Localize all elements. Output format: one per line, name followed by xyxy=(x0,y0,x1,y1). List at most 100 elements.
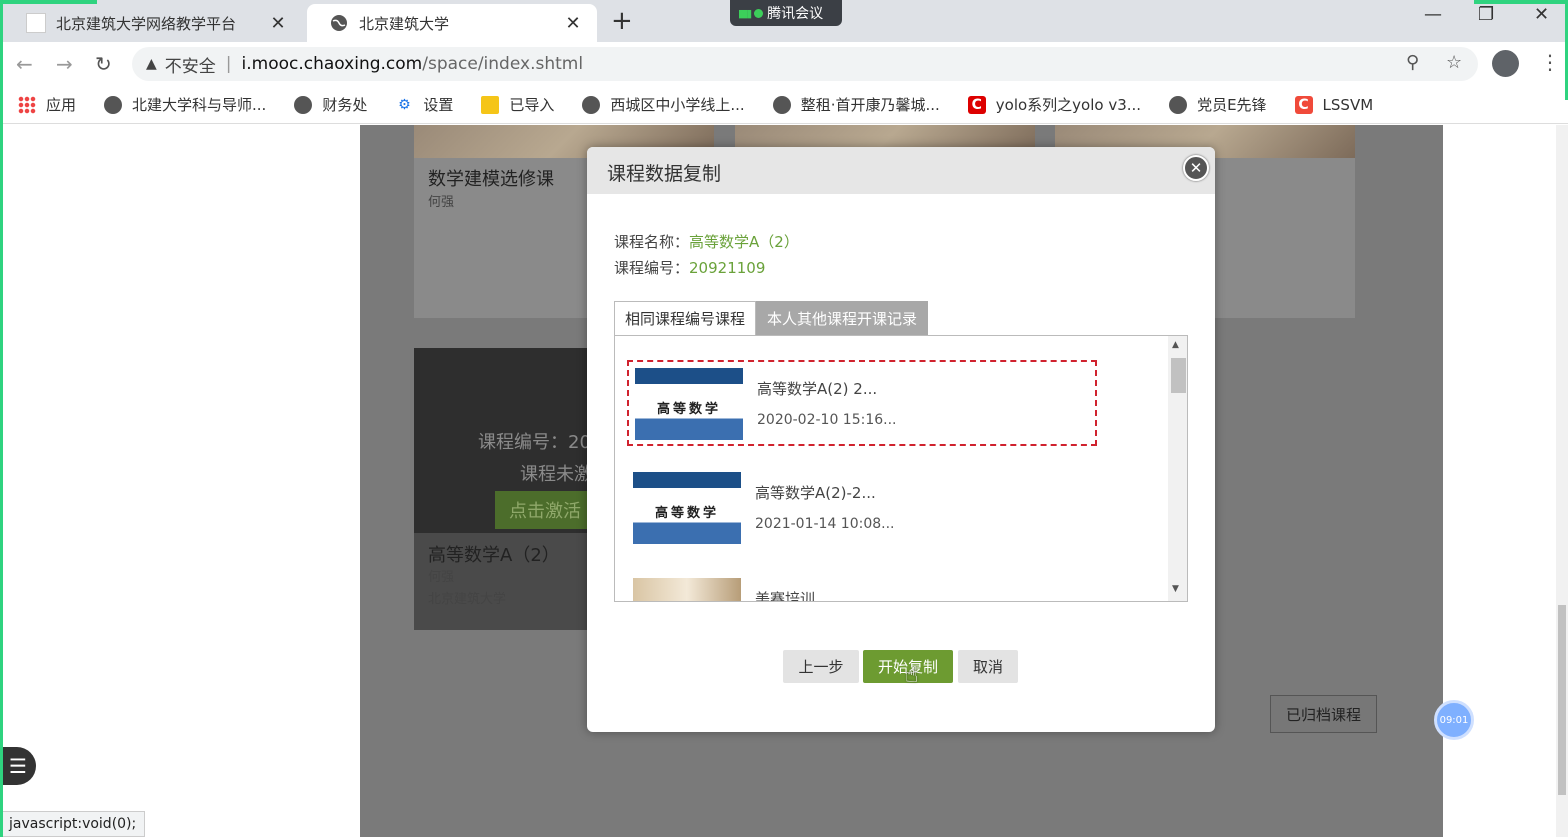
tab-teaching-platform[interactable]: 北京建筑大学网络教学平台 ✕ xyxy=(4,4,302,42)
list-menu-icon[interactable]: ☰ xyxy=(0,747,36,785)
zoom-icon[interactable]: ⚲ xyxy=(1406,52,1419,73)
archived-courses-button[interactable]: 已归档课程 xyxy=(1270,695,1377,733)
bookmark-label: 设置 xyxy=(423,96,454,114)
thumbnail-text: 高等数学 xyxy=(654,506,719,521)
record-name: 美赛培训 xyxy=(755,590,816,602)
bookmark-item[interactable]: C LSSVM xyxy=(1294,95,1374,114)
restore-button[interactable]: ❐ xyxy=(1478,4,1494,25)
forward-icon[interactable]: → xyxy=(56,52,73,76)
thumbnail-text: 高等数学 xyxy=(656,402,721,417)
record-name: 高等数学A(2) 2... xyxy=(757,380,878,398)
tab-bar: 北京建筑大学网络教学平台 ✕ 北京建筑大学 ✕ + ▮▮▮ 腾讯会议 — ❐ ✕ xyxy=(0,0,1568,42)
timer-badge[interactable]: 09:01 xyxy=(1434,700,1474,740)
record-date: 2021-01-14 10:08... xyxy=(755,516,895,532)
menu-icon[interactable]: ⋮ xyxy=(1540,50,1560,74)
globe-icon xyxy=(772,95,791,114)
browser-toolbar: ← → ↻ ▲ 不安全 | i.mooc.chaoxing.com /space… xyxy=(0,42,1568,86)
list-item[interactable]: 高等数学 高等数学A(2) 2... 2020-02-10 15:16... xyxy=(627,360,1097,446)
course-title[interactable]: 高等数学A（2） xyxy=(428,541,560,567)
profile-icon[interactable] xyxy=(1492,50,1519,77)
list-item[interactable]: 美赛培训 xyxy=(627,572,1097,602)
status-bar: javascript:void(0); xyxy=(0,811,146,837)
tab-bucea[interactable]: 北京建筑大学 ✕ xyxy=(307,4,597,42)
bookmark-label: LSSVM xyxy=(1322,95,1374,114)
course-school: 北京建筑大学 xyxy=(428,592,507,607)
bookmark-label: 已导入 xyxy=(509,96,555,114)
course-code-label: 课程编号： xyxy=(614,259,690,277)
close-window-button[interactable]: ✕ xyxy=(1534,4,1549,25)
scroll-down-icon[interactable]: ▼ xyxy=(1172,584,1179,594)
bookmark-label: yolo系列之yolo v3... xyxy=(995,96,1142,114)
bookmark-item[interactable]: Cyolo系列之yolo v3... xyxy=(967,94,1142,115)
course-name-value: 高等数学A（2） xyxy=(689,233,799,251)
course-thumbnail: 高等数学 xyxy=(635,368,743,440)
course-teacher: 何强 xyxy=(428,195,455,210)
dialog-tabs: 相同课程编号课程 本人其他课程开课记录 xyxy=(614,301,929,335)
course-copy-dialog: 课程数据复制 ✕ 课程名称：高等数学A（2） 课程编号：20921109 相同课… xyxy=(587,147,1215,732)
url-path: /space/index.shtml xyxy=(422,54,584,74)
scroll-up-icon[interactable]: ▲ xyxy=(1172,340,1179,350)
bookmarks-bar: 应用 北建大学科与导师... 财务处 ⚙ 设置 已导入 西城区中小学线上... 整… xyxy=(0,86,1568,124)
bookmark-item[interactable]: 整租·首开康乃馨城... xyxy=(772,94,940,115)
globe-icon xyxy=(1169,95,1188,114)
page-icon xyxy=(26,13,46,33)
course-status-text: 课程未激 xyxy=(520,464,592,485)
meeting-indicator-strip xyxy=(1474,0,1568,4)
tencent-meeting-pill[interactable]: ▮▮▮ 腾讯会议 xyxy=(730,0,842,26)
csdn-icon: C xyxy=(967,95,986,114)
bookmark-label: 西城区中小学线上... xyxy=(610,96,745,114)
meeting-label: 腾讯会议 xyxy=(767,6,824,22)
bookmark-label: 应用 xyxy=(46,96,77,114)
gear-icon: ⚙ xyxy=(398,96,411,113)
security-label[interactable]: 不安全 xyxy=(165,52,216,77)
list-item[interactable]: 高等数学 高等数学A(2)-2... 2021-01-14 10:08... xyxy=(627,466,1097,552)
list-scrollbar[interactable]: ▲ ▼ xyxy=(1168,336,1187,601)
record-date: 2020-02-10 15:16... xyxy=(757,412,897,428)
previous-step-button[interactable]: 上一步 xyxy=(783,650,859,683)
list-scrollbar-thumb[interactable] xyxy=(1171,358,1186,393)
dialog-title: 课程数据复制 xyxy=(607,163,722,185)
csdn-icon: C xyxy=(1294,95,1313,114)
bookmark-apps[interactable]: 应用 xyxy=(18,94,76,115)
bookmark-label: 北建大学科与导师... xyxy=(132,96,267,114)
address-separator: | xyxy=(225,54,232,74)
apps-icon xyxy=(18,95,36,114)
close-icon[interactable]: ✕ xyxy=(1183,155,1209,181)
back-icon[interactable]: ← xyxy=(16,52,33,76)
folder-icon xyxy=(481,95,500,114)
hand-cursor-icon: ☝ xyxy=(905,663,919,688)
status-dot-icon xyxy=(754,8,764,18)
close-tab-icon[interactable]: ✕ xyxy=(268,13,288,34)
bookmark-item[interactable]: 财务处 xyxy=(294,94,367,115)
course-thumbnail: 高等数学 xyxy=(633,472,741,544)
bookmark-item[interactable]: 北建大学科与导师... xyxy=(104,94,266,115)
tab-my-other-courses[interactable]: 本人其他课程开课记录 xyxy=(756,301,929,335)
meeting-indicator-edge xyxy=(0,0,3,837)
address-bar[interactable]: ▲ 不安全 | i.mooc.chaoxing.com /space/index… xyxy=(132,47,1478,81)
course-code-value: 20921109 xyxy=(689,259,766,277)
course-record-list[interactable]: 高等数学 高等数学A(2) 2... 2020-02-10 15:16... 高… xyxy=(614,335,1188,602)
bookmark-folder[interactable]: 已导入 xyxy=(481,94,554,115)
cancel-button[interactable]: 取消 xyxy=(958,650,1018,683)
bookmark-item[interactable]: 西城区中小学线上... xyxy=(582,94,745,115)
bookmark-item[interactable]: ⚙ 设置 xyxy=(395,94,453,115)
new-tab-button[interactable]: + xyxy=(611,6,633,36)
globe-icon xyxy=(582,95,601,114)
minimize-button[interactable]: — xyxy=(1424,4,1442,25)
activate-course-button[interactable]: 点击激活 xyxy=(495,491,595,529)
reload-icon[interactable]: ↻ xyxy=(95,52,112,76)
signal-icon: ▮▮▮ xyxy=(738,6,752,20)
close-tab-icon[interactable]: ✕ xyxy=(563,13,583,34)
star-icon[interactable]: ☆ xyxy=(1446,52,1462,73)
course-title[interactable]: 数学建模选修课 xyxy=(428,165,554,191)
tab-title: 北京建筑大学 xyxy=(359,14,450,33)
tab-same-code-courses[interactable]: 相同课程编号课程 xyxy=(614,301,757,335)
course-name-label: 课程名称： xyxy=(614,233,690,251)
warning-icon[interactable]: ▲ xyxy=(146,56,157,72)
globe-icon xyxy=(294,95,313,114)
page-scrollbar-thumb[interactable] xyxy=(1558,605,1566,795)
dialog-header: 课程数据复制 ✕ xyxy=(587,147,1215,194)
bookmark-item[interactable]: 党员E先锋 xyxy=(1169,94,1267,115)
course-thumbnail xyxy=(633,578,741,601)
course-code-row: 课程编号：20921109 xyxy=(614,257,765,278)
